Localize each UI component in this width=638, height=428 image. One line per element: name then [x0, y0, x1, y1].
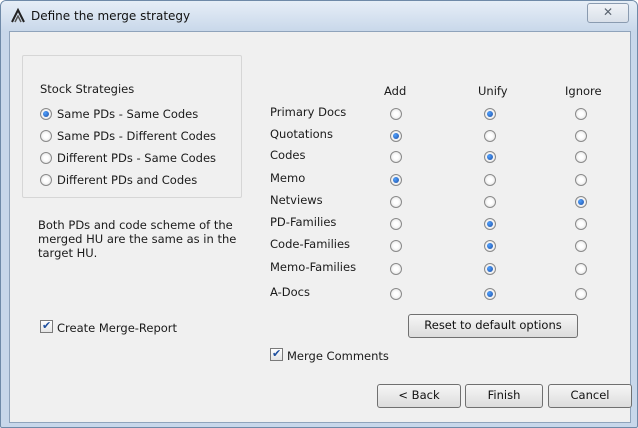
strategy-radio-add[interactable] — [390, 130, 402, 142]
stock-strategies-title: Stock Strategies — [38, 82, 137, 96]
column-header-add: Add — [384, 84, 407, 98]
strategy-radio-add[interactable] — [390, 196, 402, 208]
merge-comments-checkbox[interactable] — [270, 347, 283, 361]
strategy-row-label: Memo — [270, 171, 306, 185]
cancel-button[interactable]: Cancel — [548, 384, 632, 408]
window-title: Define the merge strategy — [31, 9, 191, 23]
create-merge-report-label: Create Merge-Report — [57, 321, 178, 335]
strategy-radio-unify[interactable] — [484, 263, 496, 275]
strategy-row-label: Code-Families — [270, 237, 351, 251]
back-button[interactable]: < Back — [377, 384, 461, 408]
strategy-radio-ignore[interactable] — [575, 288, 587, 300]
stock-strategy-radio[interactable] — [40, 108, 52, 120]
finish-button[interactable]: Finish — [465, 384, 543, 408]
strategy-radio-add[interactable] — [390, 218, 402, 230]
strategy-radio-ignore[interactable] — [575, 130, 587, 142]
strategy-radio-unify[interactable] — [484, 196, 496, 208]
strategy-radio-unify[interactable] — [484, 151, 496, 163]
strategy-radio-ignore[interactable] — [575, 263, 587, 275]
strategy-radio-unify[interactable] — [484, 174, 496, 186]
strategy-radio-ignore[interactable] — [575, 240, 587, 252]
merge-app-icon — [11, 7, 25, 23]
strategy-radio-add[interactable] — [390, 151, 402, 163]
column-header-ignore: Ignore — [565, 84, 602, 98]
strategy-radio-ignore[interactable] — [575, 174, 587, 186]
strategy-description: Both PDs and code scheme of the merged H… — [38, 218, 237, 260]
strategy-row-label: Codes — [270, 148, 306, 162]
create-merge-report-checkbox[interactable] — [40, 319, 53, 333]
strategy-radio-unify[interactable] — [484, 108, 496, 120]
strategy-row-label: Memo-Families — [270, 260, 357, 274]
strategy-radio-unify[interactable] — [484, 288, 496, 300]
strategy-radio-add[interactable] — [390, 263, 402, 275]
column-header-unify: Unify — [478, 84, 508, 98]
strategy-radio-unify[interactable] — [484, 130, 496, 142]
close-button[interactable]: ✕ — [587, 3, 629, 23]
strategy-radio-add[interactable] — [390, 174, 402, 186]
strategy-radio-unify[interactable] — [484, 218, 496, 230]
stock-strategy-label: Different PDs - Same Codes — [57, 151, 217, 165]
stock-strategy-radio[interactable] — [40, 130, 52, 142]
stock-strategy-radio[interactable] — [40, 152, 52, 164]
strategy-radio-add[interactable] — [390, 108, 402, 120]
strategy-row-label: Quotations — [270, 127, 333, 141]
strategy-radio-add[interactable] — [390, 288, 402, 300]
strategy-radio-ignore[interactable] — [575, 218, 587, 230]
strategy-radio-unify[interactable] — [484, 240, 496, 252]
strategy-row-label: Netviews — [270, 193, 323, 207]
merge-comments-label: Merge Comments — [287, 349, 389, 363]
strategy-radio-ignore[interactable] — [575, 196, 587, 208]
strategy-radio-ignore[interactable] — [575, 108, 587, 120]
stock-strategy-label: Same PDs - Same Codes — [57, 107, 199, 121]
title-bar[interactable]: Define the merge strategy ✕ — [1, 1, 637, 31]
strategy-row-label: A-Docs — [270, 285, 310, 299]
stock-strategy-label: Same PDs - Different Codes — [57, 129, 217, 143]
stock-strategy-label: Different PDs and Codes — [57, 173, 198, 187]
strategy-row-label: Primary Docs — [270, 105, 347, 119]
strategy-radio-ignore[interactable] — [575, 151, 587, 163]
reset-defaults-button[interactable]: Reset to default options — [408, 314, 578, 338]
stock-strategy-radio[interactable] — [40, 174, 52, 186]
strategy-row-label: PD-Families — [270, 215, 337, 229]
strategy-radio-add[interactable] — [390, 240, 402, 252]
